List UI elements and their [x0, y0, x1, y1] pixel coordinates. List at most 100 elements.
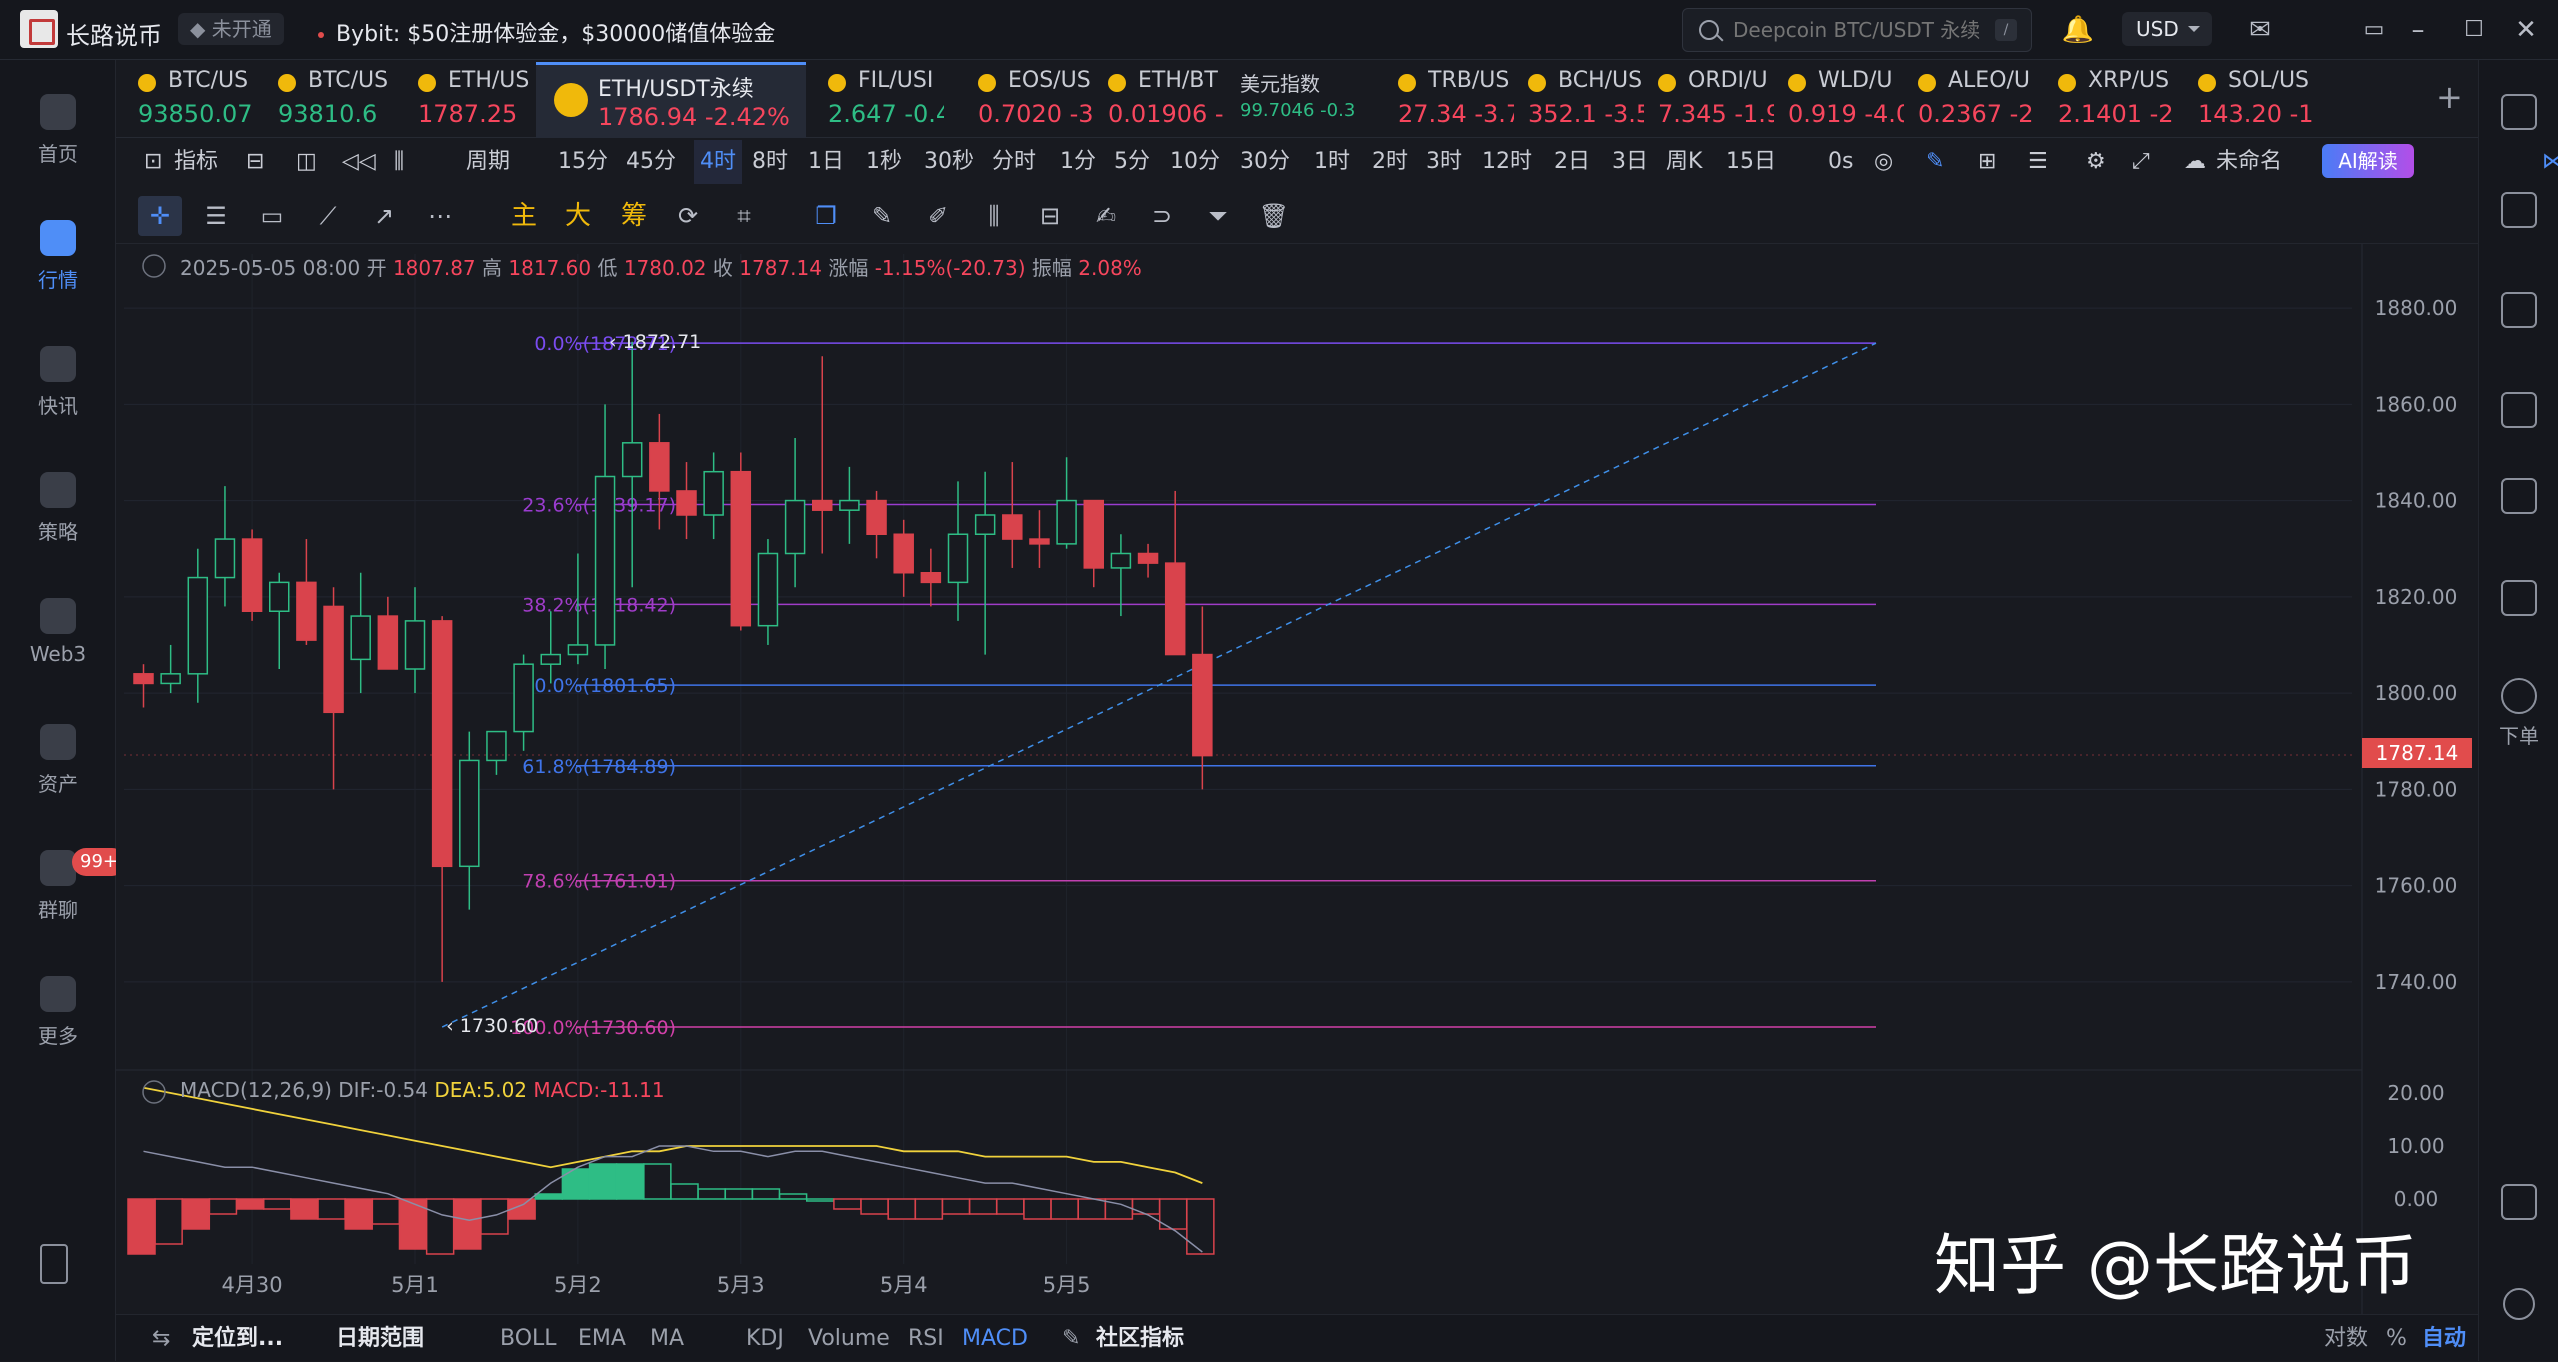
timeframe-7[interactable]: 分时: [992, 140, 1036, 184]
ticker-tab[interactable]: ETH/US 1787.25: [396, 62, 536, 138]
order-icon[interactable]: [2501, 678, 2537, 714]
search-input[interactable]: [1733, 17, 1983, 43]
measure-icon[interactable]: ⌗: [722, 196, 766, 236]
pencil-icon[interactable]: ✎: [1926, 140, 1944, 184]
panel-icon[interactable]: [2501, 1184, 2537, 1220]
nav-assets[interactable]: 资产: [0, 710, 116, 820]
ai-analysis-button[interactable]: AI解读: [2322, 144, 2414, 178]
indicator-icon[interactable]: ⊡: [144, 140, 162, 184]
indicator-rsi[interactable]: RSI: [908, 1315, 944, 1362]
bell-icon[interactable]: 🔔: [2058, 10, 2098, 50]
template-icon[interactable]: ⊞: [1978, 140, 1996, 184]
ticker-tab[interactable]: ETH/USDT永续 1786.94 -2.42%: [536, 62, 806, 138]
order-label[interactable]: 下单: [2479, 720, 2558, 749]
settings-icon[interactable]: ⚙: [2086, 140, 2106, 184]
ticker-tab[interactable]: WLD/U 0.919 -4.0: [1766, 62, 1904, 138]
minimize-icon[interactable]: –: [2398, 10, 2438, 50]
timeframe-5[interactable]: 1秒: [866, 140, 902, 184]
mail-icon[interactable]: ✉: [2240, 10, 2280, 50]
timeframe-0[interactable]: 15分: [558, 140, 608, 184]
timeframe-6[interactable]: 30秒: [924, 140, 974, 184]
ticker-tab[interactable]: XRP/US 2.1401 -2: [2036, 62, 2176, 138]
timeframe-10[interactable]: 10分: [1170, 140, 1220, 184]
share-icon[interactable]: ⋈: [2542, 140, 2558, 184]
brush-icon[interactable]: ✐: [916, 196, 960, 236]
horizontal-lines-icon[interactable]: ☰: [194, 196, 238, 236]
timeframe-9[interactable]: 5分: [1114, 140, 1150, 184]
ticker-tab[interactable]: FIL/USI 2.647 -0.4: [806, 62, 956, 138]
auto-scale-toggle[interactable]: 自动: [2422, 1315, 2466, 1362]
timeframe-12[interactable]: 1时: [1314, 140, 1350, 184]
ticker-tab[interactable]: BTC/US 93850.07: [116, 62, 256, 138]
window-layout-icon[interactable]: ▭: [2354, 10, 2394, 50]
price-chart[interactable]: 1880.00 1860.00 1840.00 1820.00 1800.00 1780.…: [116, 244, 2478, 1314]
locate-icon[interactable]: ⇆: [152, 1315, 170, 1362]
dollar-icon[interactable]: [2501, 292, 2537, 328]
more-tools-icon[interactable]: ⋯: [418, 196, 462, 236]
timeframe-16[interactable]: 2日: [1554, 140, 1590, 184]
ticker-tab[interactable]: ETH/BT 0.01906 -: [1086, 62, 1226, 138]
rewind-icon[interactable]: ◁◁: [342, 140, 376, 184]
nav-news[interactable]: 快讯: [0, 332, 116, 442]
timeframe-14[interactable]: 3时: [1426, 140, 1462, 184]
ticker-tab[interactable]: ALEO/U 0.2367 -2: [1896, 62, 2036, 138]
timeframe-4[interactable]: 1日: [808, 140, 844, 184]
period-button[interactable]: 周期: [466, 140, 510, 184]
ruler-icon[interactable]: ✎: [860, 196, 904, 236]
crosshair-icon[interactable]: ✛: [138, 196, 182, 236]
magnet-icon[interactable]: ⊃: [1140, 196, 1184, 236]
list-settings-icon[interactable]: ☰: [2028, 140, 2048, 184]
ticker-tab[interactable]: EOS/US 0.7020 -3: [956, 62, 1094, 138]
indicator-ema[interactable]: EMA: [578, 1315, 626, 1362]
layout-name[interactable]: 未命名: [2216, 140, 2282, 184]
timeframe-1[interactable]: 45分: [626, 140, 676, 184]
timeframe-13[interactable]: 2时: [1372, 140, 1408, 184]
ticker-tab[interactable]: BCH/US 352.1 -3.5: [1506, 62, 1644, 138]
ticker-tab[interactable]: TRB/US 27.34 -3.7: [1376, 62, 1514, 138]
maximize-icon[interactable]: ☐: [2454, 10, 2494, 50]
nav-web3[interactable]: Web3: [0, 584, 116, 694]
nav-home[interactable]: 首页: [0, 80, 116, 190]
trash-icon[interactable]: 🗑: [1252, 196, 1296, 236]
timeframe-15[interactable]: 12时: [1482, 140, 1532, 184]
promo-banner[interactable]: Bybit: $50注册体验金，$30000储值体验金: [318, 16, 775, 48]
timeframe-2[interactable]: 4时: [694, 140, 742, 184]
add-tab-icon[interactable]: +: [2436, 78, 2463, 116]
timeframe-19[interactable]: 15日: [1726, 140, 1776, 184]
edit-icon[interactable]: ✍: [1084, 196, 1128, 236]
nav-market[interactable]: 行情: [0, 206, 116, 316]
fullscreen-icon[interactable]: ⤢: [2132, 140, 2150, 184]
rectangle-icon[interactable]: ▭: [250, 196, 294, 236]
locate-button[interactable]: 定位到...: [192, 1315, 283, 1362]
ticker-tab[interactable]: SOL/US 143.20 -1: [2176, 62, 2316, 138]
list-icon[interactable]: [2501, 94, 2537, 130]
nav-strategy[interactable]: 策略: [0, 458, 116, 568]
indicator-kdj[interactable]: KDJ: [746, 1315, 784, 1362]
log-scale-toggle[interactable]: 对数: [2324, 1315, 2368, 1362]
community-icon[interactable]: ✎: [1062, 1315, 1080, 1362]
phone-icon[interactable]: [40, 1244, 68, 1284]
search-box[interactable]: /: [1682, 8, 2032, 52]
timeframe-11[interactable]: 30分: [1240, 140, 1290, 184]
indicator-boll[interactable]: BOLL: [500, 1315, 557, 1362]
percent-scale-toggle[interactable]: %: [2386, 1315, 2407, 1362]
chip-distribution-button[interactable]: 筹: [612, 196, 656, 236]
close-icon[interactable]: ✕: [2506, 10, 2546, 50]
timeframe-17[interactable]: 3日: [1612, 140, 1648, 184]
trend-icon[interactable]: [2501, 392, 2537, 428]
ray-icon[interactable]: ↗: [362, 196, 406, 236]
layout-icon[interactable]: ◫: [296, 140, 317, 184]
ticker-tab[interactable]: ORDI/U 7.345 -1.9: [1636, 62, 1774, 138]
indicator-macd[interactable]: MACD: [962, 1315, 1028, 1362]
document-icon[interactable]: [2501, 192, 2537, 228]
account-badge[interactable]: ◆ 未开通: [178, 13, 284, 45]
currency-select[interactable]: USD: [2122, 12, 2212, 46]
timeframe-8[interactable]: 1分: [1060, 140, 1096, 184]
lock-icon[interactable]: ⊟: [1028, 196, 1072, 236]
nav-more[interactable]: 更多: [0, 962, 116, 1072]
etf-icon[interactable]: [2501, 580, 2537, 616]
filter-icon[interactable]: ⏷: [1196, 196, 1240, 236]
chart-type-icon[interactable]: ⫼: [394, 140, 404, 184]
indicator-volume[interactable]: Volume: [808, 1315, 890, 1362]
candle-tool-icon[interactable]: ⫼: [972, 196, 1016, 236]
